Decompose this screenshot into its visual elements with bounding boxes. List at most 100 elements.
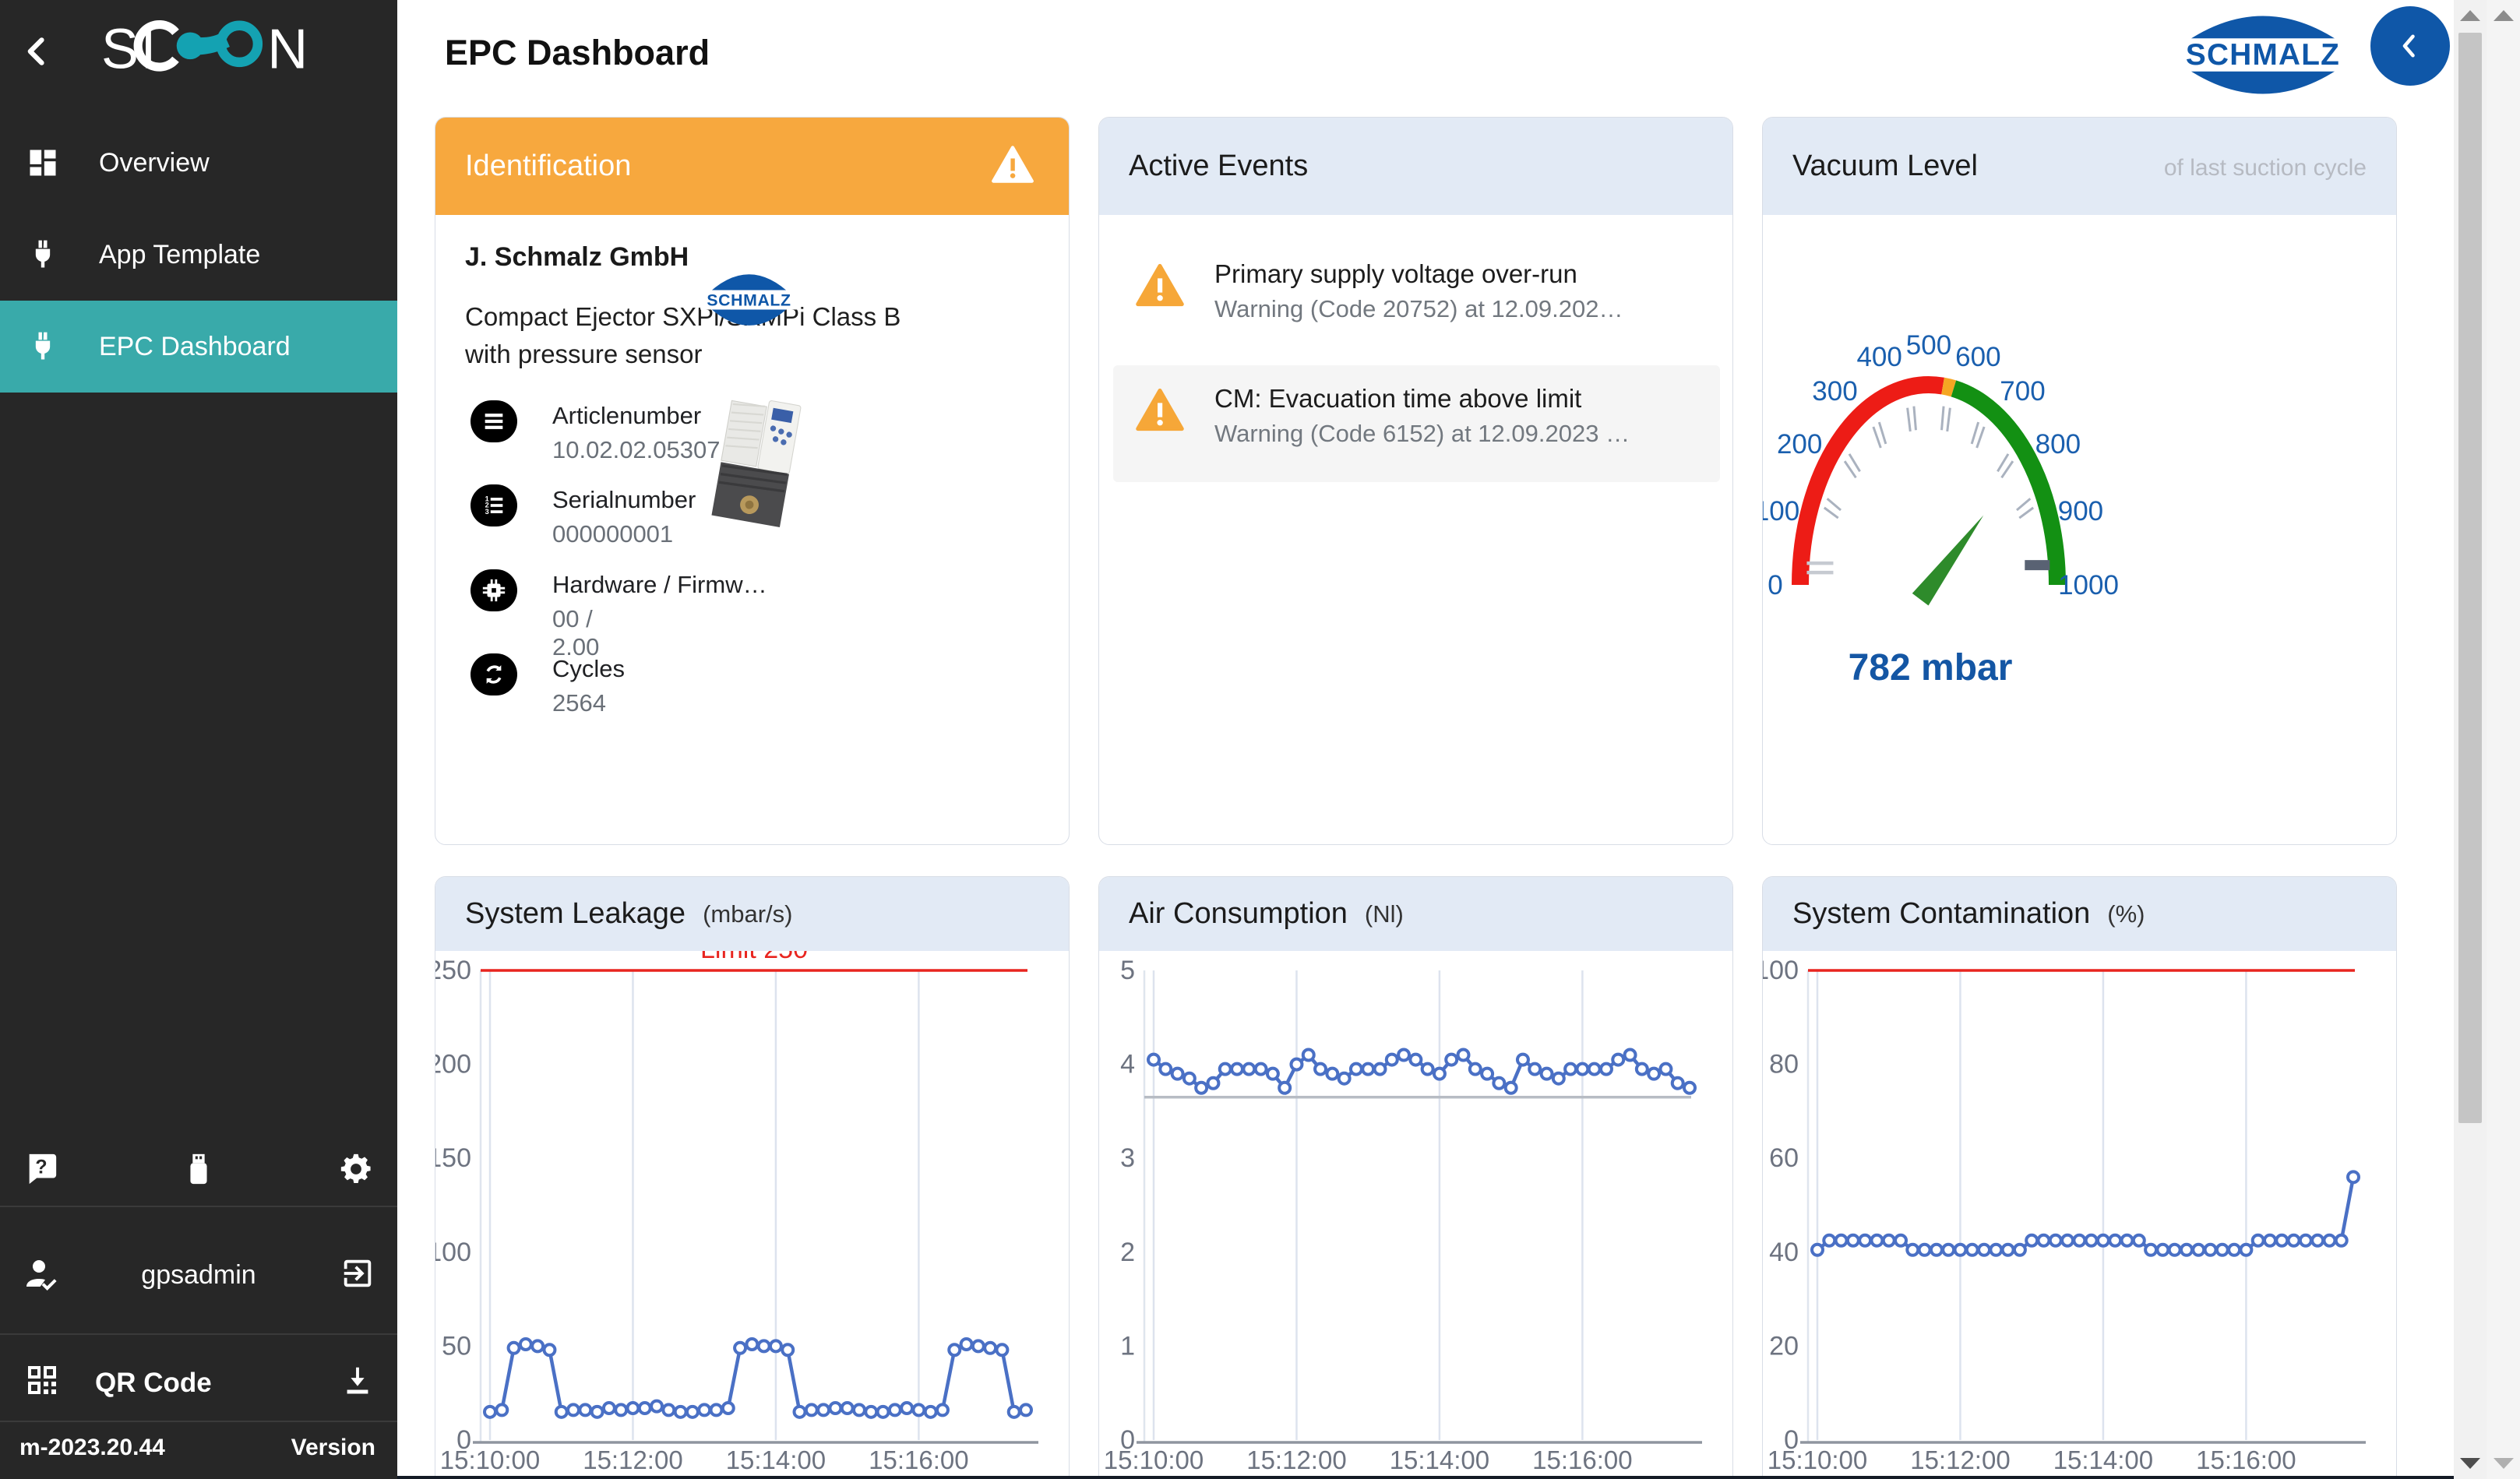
help-icon[interactable]: ? <box>23 1151 59 1187</box>
identification-card: Identification J. Schmalz GmbH Compact E… <box>435 117 1070 845</box>
svg-text:15:12:00: 15:12:00 <box>583 1446 682 1474</box>
svg-text:60: 60 <box>1769 1143 1799 1173</box>
chevron-left-icon <box>2394 28 2427 64</box>
system-contamination-card: System Contamination (%) 15:10:00 15:12:0… <box>1762 876 2397 1479</box>
system-leakage-card-header: System Leakage (mbar/s) <box>435 877 1069 951</box>
sidebar-version-row: m-2023.20.44 Version <box>0 1422 397 1479</box>
scroll-down-arrow[interactable] <box>2454 1448 2487 1479</box>
page-scrollbar[interactable] <box>2487 0 2520 1479</box>
warning-icon <box>1135 387 1185 432</box>
cycles-icon <box>471 653 517 695</box>
sicon-logo: SI N <box>101 14 343 87</box>
product-description: Compact Ejector SXPi/SXMPi Class B with … <box>465 298 932 373</box>
svg-text:15:14:00: 15:14:00 <box>726 1446 826 1474</box>
sidebar-user-row: gpsadmin <box>0 1215 397 1332</box>
system-contamination-chart: 15:10:0015:12:0015:14:0015:16:0002040608… <box>1763 951 2397 1479</box>
svg-text:50: 50 <box>442 1331 471 1361</box>
field-value: 00 / 2.00 <box>552 605 599 661</box>
plug-icon <box>26 238 60 272</box>
event-detail: Warning (Code 20752) at 12.09.202… <box>1214 295 1623 323</box>
svg-text:15:14:00: 15:14:00 <box>1390 1446 1489 1474</box>
event-detail: Warning (Code 6152) at 12.09.2023 … <box>1214 420 1630 448</box>
svg-text:3: 3 <box>485 508 489 516</box>
card-unit: (%) <box>2107 900 2145 928</box>
sidebar-item-epc-dashboard[interactable]: EPC Dashboard <box>0 301 397 393</box>
schmalz-logo-text: SCHMALZ <box>707 291 791 310</box>
numbered-list-icon: 1 2 3 <box>471 484 517 526</box>
card-unit: (Nl) <box>1365 900 1404 928</box>
svg-text:15:12:00: 15:12:00 <box>1910 1446 2010 1474</box>
list-icon <box>471 400 517 442</box>
sidebar-item-label: Overview <box>99 148 210 178</box>
svg-text:0: 0 <box>1768 570 1782 600</box>
field-value: 000000001 <box>552 520 673 548</box>
card-title: System Contamination <box>1792 897 2090 931</box>
divider <box>0 1206 397 1207</box>
event-row[interactable]: CM: Evacuation time above limit Warning … <box>1113 365 1720 482</box>
chevron-left-icon <box>20 34 55 69</box>
event-row[interactable]: Primary supply voltage over-run Warning … <box>1113 241 1720 357</box>
svg-text:200: 200 <box>1777 429 1822 460</box>
card-title: Vacuum Level <box>1792 150 1978 183</box>
warning-icon <box>991 144 1034 185</box>
svg-text:782 mbar: 782 mbar <box>1849 647 2013 688</box>
usb-device-icon[interactable] <box>181 1151 217 1187</box>
event-title: Primary supply voltage over-run <box>1214 259 1577 289</box>
active-events-card: Active Events Primary supply voltage ove… <box>1098 117 1733 845</box>
sidebar: SI N Overview App Template EPC Dashboard <box>0 0 397 1479</box>
active-events-card-header: Active Events <box>1099 118 1732 215</box>
svg-text:15:10:00: 15:10:00 <box>1768 1446 1867 1474</box>
svg-text:500: 500 <box>1906 330 1951 361</box>
username-label: gpsadmin <box>0 1260 397 1291</box>
svg-text:15:16:00: 15:16:00 <box>2196 1446 2296 1474</box>
svg-text:Limit 250: Limit 250 <box>700 951 808 964</box>
svg-text:0: 0 <box>1120 1425 1135 1455</box>
air-consumption-card-header: Air Consumption (Nl) <box>1099 877 1732 951</box>
scroll-down-arrow[interactable] <box>2487 1448 2520 1479</box>
version-label: Version <box>291 1435 375 1461</box>
field-value: 2564 <box>552 689 606 717</box>
scroll-up-arrow[interactable] <box>2487 0 2520 31</box>
svg-text:300: 300 <box>1812 376 1857 407</box>
sidebar-qr-row[interactable]: QR Code <box>0 1338 397 1422</box>
card-title: System Leakage <box>465 897 686 931</box>
svg-text:15:16:00: 15:16:00 <box>1532 1446 1632 1474</box>
sidebar-item-overview[interactable]: Overview <box>0 117 397 209</box>
svg-text:700: 700 <box>2000 376 2045 407</box>
schmalz-logo-small: SCHMALZ <box>700 264 798 336</box>
svg-text:800: 800 <box>2035 429 2081 460</box>
logout-icon[interactable] <box>340 1255 375 1291</box>
svg-text:5: 5 <box>1120 956 1135 985</box>
card-unit: (mbar/s) <box>703 900 792 928</box>
sidebar-item-label: App Template <box>99 240 260 270</box>
download-icon[interactable] <box>340 1363 375 1399</box>
card-title: Air Consumption <box>1129 897 1348 931</box>
sidebar-nav: Overview App Template EPC Dashboard <box>0 117 397 393</box>
field-label: Cycles <box>552 655 763 683</box>
scroll-up-arrow[interactable] <box>2454 0 2487 31</box>
svg-text:900: 900 <box>2058 496 2103 526</box>
svg-text:3: 3 <box>1120 1143 1135 1173</box>
schmalz-logo-text: SCHMALZ <box>2186 38 2340 72</box>
dashboard-icon <box>26 146 60 180</box>
svg-text:15:16:00: 15:16:00 <box>869 1446 968 1474</box>
sidebar-collapse-button[interactable] <box>20 34 55 69</box>
gear-icon[interactable] <box>338 1151 374 1187</box>
svg-text:100: 100 <box>1763 956 1799 985</box>
svg-text:0: 0 <box>1784 1425 1799 1455</box>
page-title: EPC Dashboard <box>445 33 710 73</box>
warning-icon <box>1135 262 1185 308</box>
content-scrollbar[interactable] <box>2454 0 2487 1479</box>
svg-text:20: 20 <box>1769 1331 1799 1361</box>
card-title: Identification <box>465 150 631 183</box>
svg-text:0: 0 <box>456 1425 471 1455</box>
sidebar-item-app-template[interactable]: App Template <box>0 209 397 301</box>
svg-text:1000: 1000 <box>2058 570 2119 600</box>
system-leakage-chart: 15:10:0015:12:0015:14:0015:16:0005010015… <box>435 951 1070 1479</box>
panel-collapse-button[interactable] <box>2370 6 2450 86</box>
sidebar-item-label: EPC Dashboard <box>99 332 291 362</box>
event-title: CM: Evacuation time above limit <box>1214 384 1581 414</box>
svg-text:100: 100 <box>435 1238 471 1267</box>
scrollbar-thumb[interactable] <box>2458 33 2482 1123</box>
system-contamination-card-header: System Contamination (%) <box>1763 877 2396 951</box>
